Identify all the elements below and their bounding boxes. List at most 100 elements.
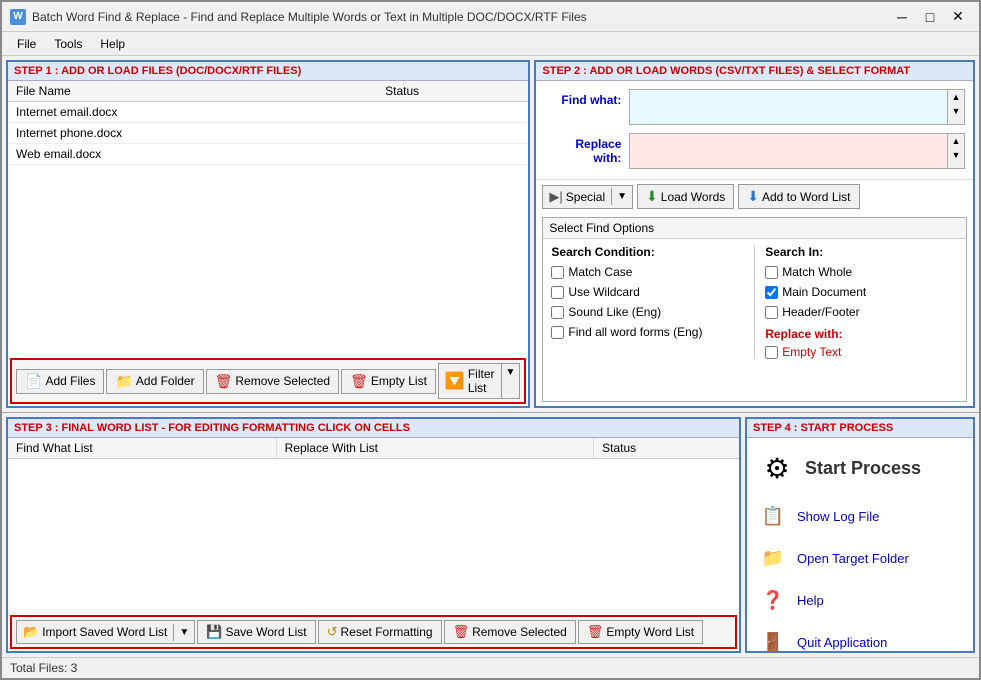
match-whole-label: Match Whole bbox=[782, 265, 852, 279]
maximize-button[interactable]: □ bbox=[917, 7, 943, 27]
close-button[interactable]: ✕ bbox=[945, 7, 971, 27]
find-options-body: Search Condition: Match Case Use Wildcar… bbox=[543, 239, 966, 365]
main-area: STEP 1 : ADD OR LOAD FILES (DOC/DOCX/RTF… bbox=[2, 56, 979, 678]
match-case-row: Match Case bbox=[551, 265, 744, 279]
search-condition-col: Search Condition: Match Case Use Wildcar… bbox=[551, 245, 744, 359]
menu-bar: File Tools Help bbox=[2, 32, 979, 56]
replace-with-input-wrap: ▲ ▼ bbox=[629, 133, 965, 169]
find-what-input[interactable] bbox=[629, 89, 948, 125]
title-bar: W Batch Word Find & Replace - Find and R… bbox=[2, 2, 979, 32]
add-to-word-list-label: Add to Word List bbox=[762, 190, 851, 204]
help-item[interactable]: ❓ Help bbox=[755, 580, 965, 620]
replace-with-option-label: Replace with: bbox=[765, 327, 958, 341]
find-scroll-down[interactable]: ▼ bbox=[948, 104, 964, 118]
add-folder-label: Add Folder bbox=[136, 374, 195, 388]
find-all-forms-checkbox[interactable] bbox=[551, 326, 564, 339]
step3-remove-selected-button[interactable]: 🗑 Remove Selected bbox=[444, 620, 576, 644]
empty-word-list-label: Empty Word List bbox=[606, 625, 694, 639]
use-wildcard-label: Use Wildcard bbox=[568, 285, 639, 299]
header-footer-row: Header/Footer bbox=[765, 305, 958, 319]
header-footer-checkbox[interactable] bbox=[765, 306, 778, 319]
title-bar-text: Batch Word Find & Replace - Find and Rep… bbox=[32, 10, 889, 24]
menu-file[interactable]: File bbox=[8, 34, 45, 54]
add-folder-button[interactable]: 📁 Add Folder bbox=[106, 369, 203, 394]
file-row[interactable]: Internet email.docx bbox=[8, 102, 528, 123]
special-dropdown-arrow[interactable]: ▼ bbox=[611, 188, 632, 205]
remove-selected-label: Remove Selected bbox=[235, 374, 330, 388]
match-whole-checkbox[interactable] bbox=[765, 266, 778, 279]
save-word-list-label: Save Word List bbox=[225, 625, 306, 639]
add-folder-icon: 📁 bbox=[115, 373, 132, 390]
show-log-icon: 📋 bbox=[757, 500, 789, 532]
open-target-icon: 📁 bbox=[757, 542, 789, 574]
minimize-button[interactable]: ─ bbox=[889, 7, 915, 27]
sound-like-checkbox[interactable] bbox=[551, 306, 564, 319]
import-main[interactable]: 📂 Import Saved Word List bbox=[17, 621, 173, 643]
title-bar-controls: ─ □ ✕ bbox=[889, 7, 971, 27]
import-icon: 📂 bbox=[23, 624, 39, 640]
add-to-word-list-button[interactable]: ⬇ Add to Word List bbox=[738, 184, 859, 209]
load-words-button[interactable]: ⬇ Load Words bbox=[637, 184, 734, 209]
remove-selected-button[interactable]: 🗑 Remove Selected bbox=[206, 369, 340, 394]
use-wildcard-row: Use Wildcard bbox=[551, 285, 744, 299]
main-doc-checkbox[interactable] bbox=[765, 286, 778, 299]
find-what-row: Find what: ▲ ▼ bbox=[544, 89, 965, 125]
file-row[interactable]: Internet phone.docx bbox=[8, 123, 528, 144]
empty-list-button[interactable]: 🗑 Empty List bbox=[341, 369, 436, 394]
search-in-col: Search In: Match Whole Main Document bbox=[765, 245, 958, 359]
replace-scrollbar: ▲ ▼ bbox=[948, 133, 965, 169]
import-saved-word-list-button[interactable]: 📂 Import Saved Word List ▼ bbox=[16, 620, 195, 644]
app-window: W Batch Word Find & Replace - Find and R… bbox=[0, 0, 981, 680]
replace-scroll-down[interactable]: ▼ bbox=[948, 148, 964, 162]
special-icon: ▶| bbox=[549, 189, 562, 205]
special-main[interactable]: ▶| Special bbox=[543, 186, 611, 208]
remove-selected-icon: 🗑 bbox=[215, 373, 233, 390]
main-doc-row: Main Document bbox=[765, 285, 958, 299]
search-condition-label: Search Condition: bbox=[551, 245, 744, 259]
open-target-label: Open Target Folder bbox=[797, 551, 909, 566]
replace-with-row: Replace with: ▲ ▼ bbox=[544, 133, 965, 169]
empty-word-list-button[interactable]: 🗑 Empty Word List bbox=[578, 620, 703, 644]
step2-toolbar: ▶| Special ▼ ⬇ Load Words ⬇ Add to Word … bbox=[536, 179, 973, 213]
status-text: Total Files: 3 bbox=[10, 661, 77, 675]
find-what-input-wrap: ▲ ▼ bbox=[629, 89, 965, 125]
replace-scroll-up[interactable]: ▲ bbox=[948, 134, 964, 148]
open-target-folder-item[interactable]: 📁 Open Target Folder bbox=[755, 538, 965, 578]
filter-list-button[interactable]: 🔽 Filter List ▼ bbox=[438, 363, 521, 399]
reset-formatting-button[interactable]: ↺ Reset Formatting bbox=[318, 620, 442, 644]
app-icon: W bbox=[10, 9, 26, 25]
sound-like-label: Sound Like (Eng) bbox=[568, 305, 661, 319]
match-case-label: Match Case bbox=[568, 265, 632, 279]
help-icon: ❓ bbox=[757, 584, 789, 616]
step4-panel: STEP 4 : START PROCESS ⚙ Start Process 📋… bbox=[745, 417, 975, 653]
top-half: STEP 1 : ADD OR LOAD FILES (DOC/DOCX/RTF… bbox=[2, 56, 979, 412]
options-divider bbox=[754, 245, 755, 359]
empty-word-list-icon: 🗑 bbox=[587, 624, 604, 640]
find-scroll-up[interactable]: ▲ bbox=[948, 90, 964, 104]
word-table: Find What List Replace With List Status bbox=[8, 438, 739, 613]
step1-toolbar: 📄 Add Files 📁 Add Folder 🗑 Remove Select… bbox=[10, 358, 526, 404]
filter-list-main[interactable]: 🔽 Filter List bbox=[439, 364, 501, 398]
filter-list-arrow[interactable]: ▼ bbox=[501, 364, 520, 398]
menu-tools[interactable]: Tools bbox=[45, 34, 91, 54]
special-button[interactable]: ▶| Special ▼ bbox=[542, 185, 633, 209]
file-row[interactable]: Web email.docx bbox=[8, 144, 528, 165]
use-wildcard-checkbox[interactable] bbox=[551, 286, 564, 299]
import-label: Import Saved Word List bbox=[42, 625, 167, 639]
match-case-checkbox[interactable] bbox=[551, 266, 564, 279]
sound-like-row: Sound Like (Eng) bbox=[551, 305, 744, 319]
quit-application-item[interactable]: 🚪 Quit Application bbox=[755, 622, 965, 662]
replace-with-input[interactable] bbox=[629, 133, 948, 169]
empty-text-checkbox[interactable] bbox=[765, 346, 778, 359]
step1-header: STEP 1 : ADD OR LOAD FILES (DOC/DOCX/RTF… bbox=[8, 62, 528, 81]
start-process-item[interactable]: ⚙ Start Process bbox=[755, 444, 965, 492]
show-log-file-item[interactable]: 📋 Show Log File bbox=[755, 496, 965, 536]
find-what-label: Find what: bbox=[544, 89, 629, 107]
reset-formatting-label: Reset Formatting bbox=[341, 625, 433, 639]
add-files-button[interactable]: 📄 Add Files bbox=[16, 369, 104, 394]
menu-help[interactable]: Help bbox=[91, 34, 134, 54]
file-status-cell bbox=[377, 102, 528, 123]
save-word-list-button[interactable]: 💾 Save Word List bbox=[197, 620, 315, 644]
filter-list-label: Filter List bbox=[468, 367, 495, 395]
import-dropdown-arrow[interactable]: ▼ bbox=[173, 624, 194, 641]
